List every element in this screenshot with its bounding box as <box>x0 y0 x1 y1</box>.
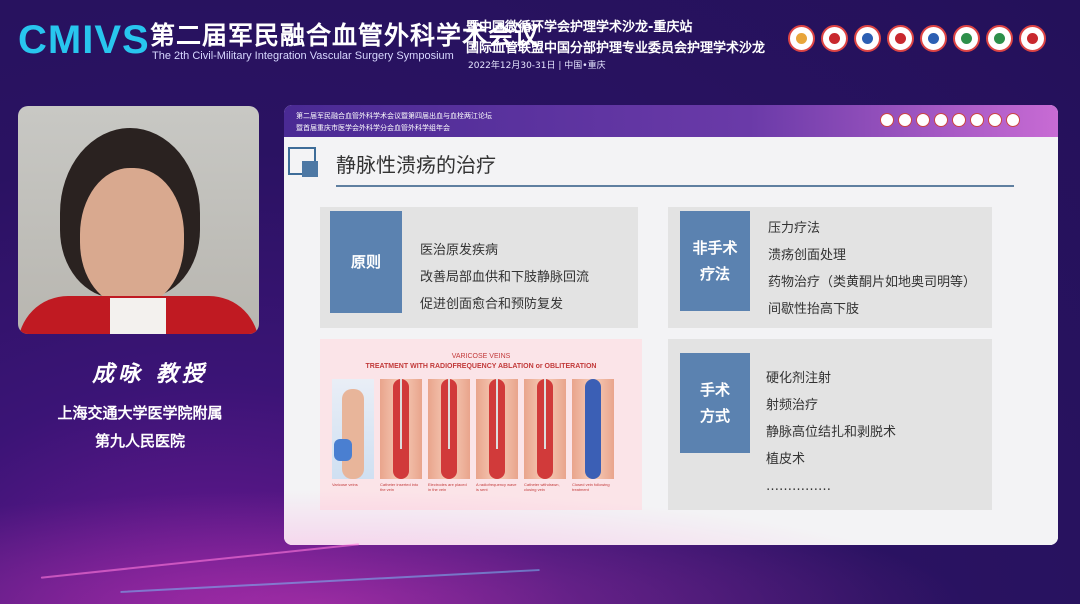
glove-illustration <box>334 439 352 461</box>
slide-banner-badges <box>880 113 1020 127</box>
list-item: 促进创面愈合和预防复发 <box>420 297 564 312</box>
presenter-collar <box>110 298 166 334</box>
presenter-video <box>18 106 259 334</box>
figure-frame <box>524 379 566 479</box>
figure-frame <box>572 379 614 479</box>
conference-subtitle-1: 暨中国微循环学会护理学术沙龙-重庆站 <box>466 20 693 35</box>
principle-tag: 原则 <box>330 211 402 313</box>
catheter-illustration <box>496 379 498 449</box>
slide-banner-line-2: 暨首届重庆市医学会外科学分会血管外科学组年会 <box>296 124 450 132</box>
sponsor-badge-icon <box>887 25 914 52</box>
list-item: 植皮术 <box>766 452 806 467</box>
closed-vein-illustration <box>585 379 601 479</box>
list-item: 溃疡创面处理 <box>768 248 847 263</box>
slide-banner-line-1: 第二届军民融合血管外科学术会议暨第四届出血与血栓两江论坛 <box>296 112 492 120</box>
list-item: 间歇性抬高下肢 <box>768 302 860 317</box>
catheter-illustration <box>544 379 546 449</box>
figure-title: VARICOSE VEINS <box>451 353 511 360</box>
conference-subtitle-2: 国际血管联盟中国分部护理专业委员会护理学术沙龙 <box>466 41 766 56</box>
background-glow <box>0 470 1080 604</box>
mini-badge-icon <box>880 113 894 127</box>
sponsor-badge-icon <box>821 25 848 52</box>
principle-list: 医治原发疾病 改善局部血供和下肢静脉回流 促进创面愈合和预防复发 <box>420 237 589 318</box>
list-item: 医治原发疾病 <box>420 243 499 258</box>
badge-core <box>928 33 939 44</box>
mini-badge-icon <box>988 113 1002 127</box>
title-square-fill-icon <box>302 161 318 177</box>
list-item: 改善局部血供和下肢静脉回流 <box>420 270 590 285</box>
conference-logo: CMIVS <box>18 18 150 62</box>
list-item: 射频治疗 <box>766 398 819 413</box>
catheter-illustration <box>448 379 450 449</box>
principle-panel: 原则 医治原发疾病 改善局部血供和下肢静脉回流 促进创面愈合和预防复发 <box>320 207 638 328</box>
badge-core <box>1027 33 1038 44</box>
slide-title: 静脉性溃疡的治疗 <box>336 153 496 177</box>
sponsor-badge-icon <box>1019 25 1046 52</box>
badge-core <box>829 33 840 44</box>
surgical-tag-line-2: 方式 <box>699 407 730 425</box>
non-surgical-list: 压力疗法 溃疡创面处理 药物治疗（类黄酮片如地奥司明等） 间歇性抬高下肢 <box>768 215 976 323</box>
mini-badge-icon <box>934 113 948 127</box>
catheter-illustration <box>400 379 402 449</box>
list-item: 药物治疗（类黄酮片如地奥司明等） <box>768 275 977 290</box>
conference-header: CMIVS 第二届军民融合血管外科学术会议 The 2th Civil-Mili… <box>0 0 1080 78</box>
list-item: 压力疗法 <box>768 221 821 236</box>
sponsor-badge-icon <box>854 25 881 52</box>
non-surgical-tag-line-2: 疗法 <box>699 265 730 283</box>
mini-badge-icon <box>1006 113 1020 127</box>
non-surgical-tag-line-1: 非手术 <box>692 239 738 257</box>
title-divider <box>336 185 1014 187</box>
surgical-tag: 手术 方式 <box>680 353 750 453</box>
badge-core <box>961 33 972 44</box>
presenter-face <box>80 168 184 306</box>
sponsor-badge-icon <box>986 25 1013 52</box>
sponsor-badge-icon <box>920 25 947 52</box>
figure-frame-leg <box>332 379 374 479</box>
non-surgical-panel: 非手术 疗法 压力疗法 溃疡创面处理 药物治疗（类黄酮片如地奥司明等） 间歇性抬… <box>668 207 992 328</box>
speaker-affiliation-2: 第九人民医院 <box>94 432 185 450</box>
figure-frame <box>428 379 470 479</box>
speaker-affiliation-1: 上海交通大学医学院附属 <box>57 404 223 422</box>
leg-illustration <box>342 389 364 479</box>
figure-frame <box>476 379 518 479</box>
slide-banner: 第二届军民融合血管外科学术会议暨第四届出血与血栓两江论坛 暨首届重庆市医学会外科… <box>284 105 1058 137</box>
mini-badge-icon <box>898 113 912 127</box>
badge-core <box>994 33 1005 44</box>
badge-core <box>796 33 807 44</box>
mini-badge-icon <box>916 113 930 127</box>
list-item: 静脉高位结扎和剥脱术 <box>766 425 897 440</box>
badge-core <box>862 33 873 44</box>
sponsor-badge-icon <box>953 25 980 52</box>
figure-frames <box>332 379 614 479</box>
mini-badge-icon <box>952 113 966 127</box>
sponsor-badge-icon <box>788 25 815 52</box>
surgical-tag-line-1: 手术 <box>699 381 730 399</box>
speaker-name: 成咏 教授 <box>92 361 208 387</box>
figure-frame <box>380 379 422 479</box>
figure-subtitle: TREATMENT WITH RADIOFREQUENCY ABLATION o… <box>365 363 597 370</box>
conference-date: 2022年12月30-31日 | 中国•重庆 <box>468 61 606 71</box>
badge-core <box>895 33 906 44</box>
sponsor-badges <box>788 25 1046 52</box>
list-item: 硬化剂注射 <box>766 371 832 386</box>
mini-badge-icon <box>970 113 984 127</box>
conference-title-english: The 2th Civil-Military Integration Vascu… <box>152 50 454 62</box>
non-surgical-tag: 非手术 疗法 <box>680 211 750 311</box>
